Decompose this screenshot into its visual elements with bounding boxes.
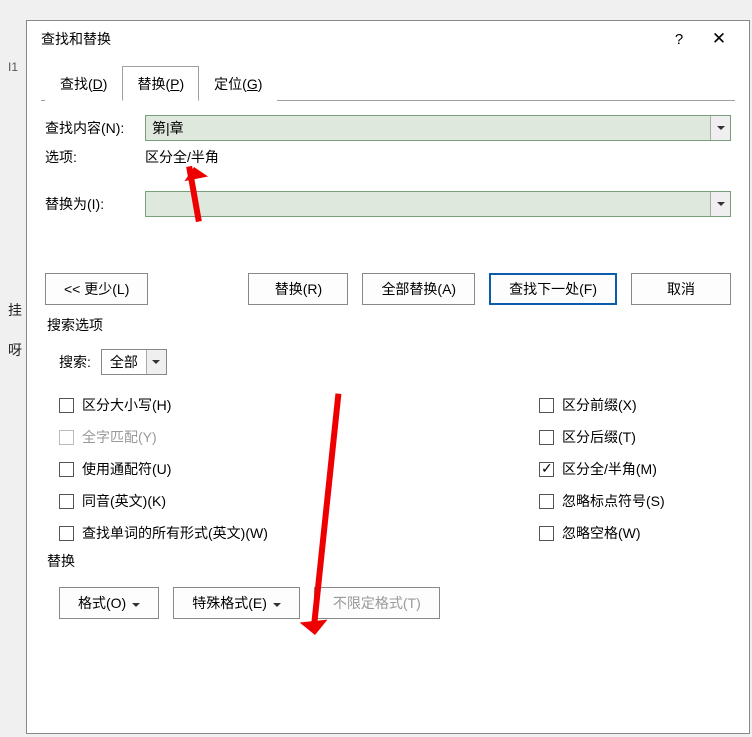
titlebar: 查找和替换 ? ✕	[27, 21, 749, 57]
checkbox-label-full_half: 区分全/半角(M)	[562, 459, 657, 479]
checkbox-input-suffix[interactable]	[539, 430, 554, 445]
bg-text-3: 呀	[8, 340, 22, 360]
replace-all-button[interactable]: 全部替换(A)	[362, 273, 475, 305]
find-replace-dialog: 查找和替换 ? ✕ 查找(D) 替换(P) 定位(G) 查找内容(N): 选项:…	[26, 20, 750, 734]
replace-with-input[interactable]	[146, 196, 710, 212]
find-what-input[interactable]	[146, 120, 710, 136]
checkbox-label-match_case: 区分大小写(H)	[82, 395, 171, 415]
checkbox-prefix[interactable]: 区分前缀(X)	[539, 389, 731, 421]
checkbox-ignore_punct[interactable]: 忽略标点符号(S)	[539, 485, 731, 517]
checkbox-label-suffix: 区分后缀(T)	[562, 427, 636, 447]
checkbox-label-word_forms: 查找单词的所有形式(英文)(W)	[82, 523, 268, 543]
no-format-button: 不限定格式(T)	[314, 587, 440, 619]
search-direction-select[interactable]: 全部	[101, 349, 167, 375]
checkbox-label-ignore_punct: 忽略标点符号(S)	[562, 491, 665, 511]
checkbox-label-whole_word: 全字匹配(Y)	[82, 427, 157, 447]
bg-text-2: 挂	[8, 300, 22, 320]
cancel-button[interactable]: 取消	[631, 273, 731, 305]
checkbox-input-match_case[interactable]	[59, 398, 74, 413]
checkbox-sounds_like[interactable]: 同音(英文)(K)	[59, 485, 539, 517]
options-value: 区分全/半角	[145, 147, 219, 167]
help-button[interactable]: ?	[659, 24, 699, 54]
tab-find[interactable]: 查找(D)	[45, 66, 122, 101]
checkbox-label-wildcards: 使用通配符(U)	[82, 459, 171, 479]
find-next-button[interactable]: 查找下一处(F)	[489, 273, 617, 305]
find-what-label: 查找内容(N):	[45, 118, 145, 138]
options-label: 选项:	[45, 147, 145, 167]
checkbox-match_case[interactable]: 区分大小写(H)	[59, 389, 539, 421]
checkbox-label-ignore_space: 忽略空格(W)	[562, 523, 641, 543]
search-options-group: 搜索选项 搜索: 全部 区分大小写(H) 全字匹配(Y) 使用通配符(U) 同音(英文…	[45, 315, 731, 549]
replace-with-label: 替换为(I):	[45, 194, 145, 214]
tab-strip: 查找(D) 替换(P) 定位(G)	[41, 65, 735, 101]
checkbox-input-whole_word	[59, 430, 74, 445]
checkbox-input-ignore_space[interactable]	[539, 526, 554, 541]
search-options-legend: 搜索选项	[45, 315, 731, 335]
checkbox-ignore_space[interactable]: 忽略空格(W)	[539, 517, 731, 549]
replace-with-combo[interactable]	[145, 191, 731, 217]
tab-goto[interactable]: 定位(G)	[199, 66, 277, 101]
tab-replace[interactable]: 替换(P)	[122, 66, 199, 101]
checkbox-input-prefix[interactable]	[539, 398, 554, 413]
background-fragment: I1 挂 呀	[0, 40, 22, 440]
replace-button[interactable]: 替换(R)	[248, 273, 348, 305]
checkbox-input-full_half[interactable]	[539, 462, 554, 477]
dialog-title: 查找和替换	[41, 29, 659, 49]
checkbox-suffix[interactable]: 区分后缀(T)	[539, 421, 731, 453]
replace-format-group: 替换 格式(O) 特殊格式(E) 不限定格式(T)	[45, 551, 731, 619]
checkbox-label-prefix: 区分前缀(X)	[562, 395, 637, 415]
search-direction-dropdown[interactable]	[146, 350, 166, 374]
checkbox-input-sounds_like[interactable]	[59, 494, 74, 509]
less-button[interactable]: << 更少(L)	[45, 273, 148, 305]
checkbox-label-sounds_like: 同音(英文)(K)	[82, 491, 166, 511]
special-button[interactable]: 特殊格式(E)	[173, 587, 300, 619]
find-what-dropdown[interactable]	[710, 116, 730, 140]
checkbox-input-wildcards[interactable]	[59, 462, 74, 477]
replace-with-dropdown[interactable]	[710, 192, 730, 216]
search-direction-label: 搜索:	[59, 352, 91, 372]
checkbox-input-ignore_punct[interactable]	[539, 494, 554, 509]
search-direction-value: 全部	[102, 352, 146, 372]
checkbox-full_half[interactable]: 区分全/半角(M)	[539, 453, 731, 485]
format-button[interactable]: 格式(O)	[59, 587, 159, 619]
close-button[interactable]: ✕	[699, 24, 739, 54]
replace-format-legend: 替换	[45, 551, 731, 571]
checkbox-input-word_forms[interactable]	[59, 526, 74, 541]
checkbox-word_forms[interactable]: 查找单词的所有形式(英文)(W)	[59, 517, 539, 549]
find-what-combo[interactable]	[145, 115, 731, 141]
checkbox-wildcards[interactable]: 使用通配符(U)	[59, 453, 539, 485]
bg-text-1: I1	[8, 60, 18, 74]
dialog-content: 查找内容(N): 选项: 区分全/半角 替换为(I): << 更少(L) 替换(…	[27, 101, 749, 631]
checkbox-whole_word: 全字匹配(Y)	[59, 421, 539, 453]
